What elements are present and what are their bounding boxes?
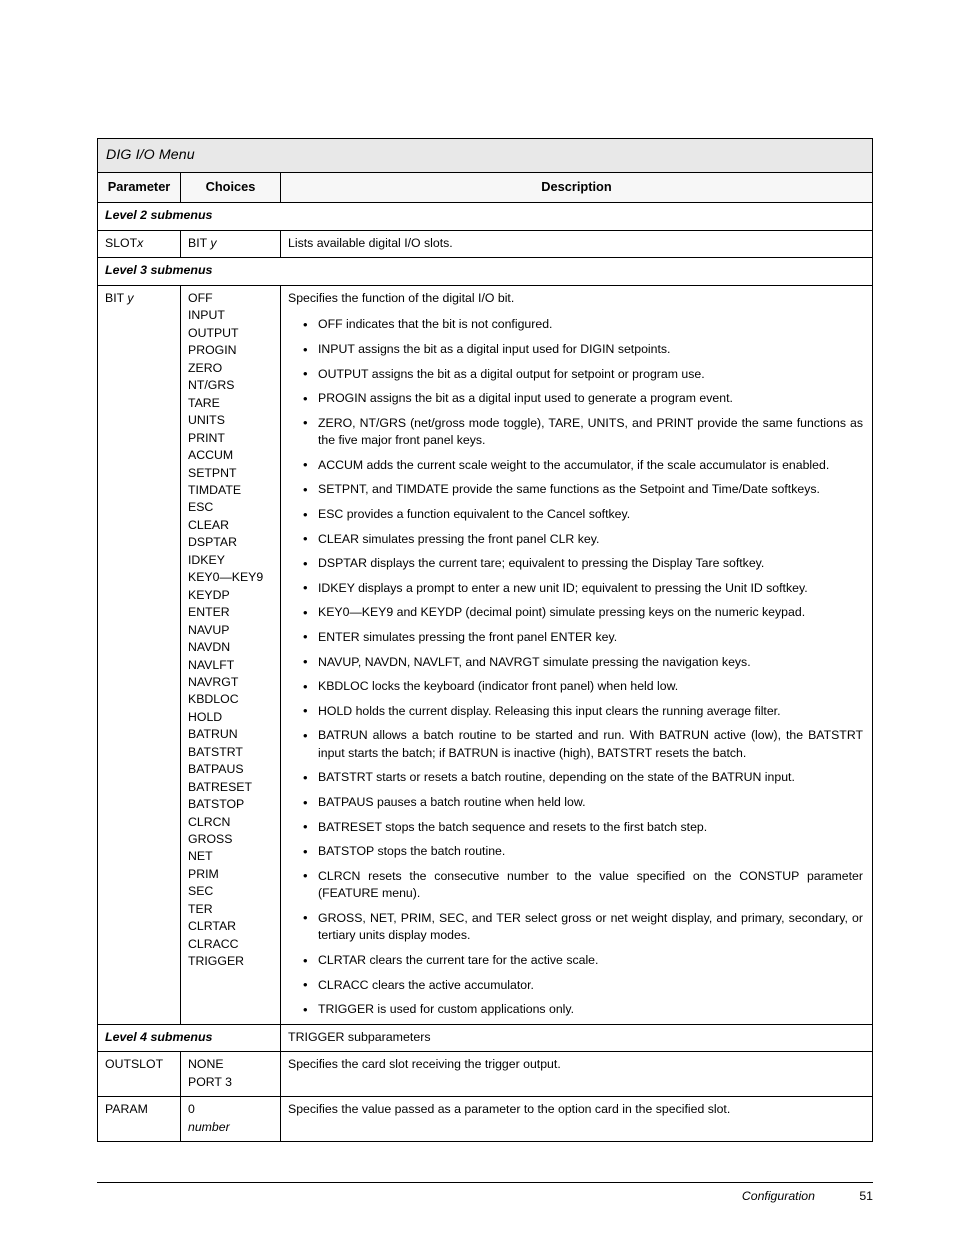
column-header-description: Description [280,172,873,204]
description-bullet-item: OUTPUT assigns the bit as a digital outp… [303,365,865,383]
description-bullet-item: ACCUM adds the current scale weight to t… [303,456,865,474]
parameter-name: SLOT [105,235,138,250]
table-row-param: PARAM 0 number Specifies the value passed… [97,1096,873,1143]
choice-value-zero: 0 [188,1102,195,1117]
parameter-variable: x [137,235,144,250]
description-bullet-item: HOLD holds the current display. Releasin… [303,702,865,720]
level-4-section-row: Level 4 submenus TRIGGER subparameters [97,1023,873,1053]
description-bullet-list: OFF indicates that the bit is not config… [288,316,865,1019]
description-bullet-item: NAVUP, NAVDN, NAVLFT, and NAVRGT simulat… [303,653,865,671]
table-row-slot: SLOTx BIT y Lists available digital I/O … [97,229,873,259]
description-bullet-item: ENTER simulates pressing the front panel… [303,628,865,646]
description-bullet-item: BATPAUS pauses a batch routine when held… [303,794,865,812]
description-bullet-item: KBDLOC locks the keyboard (indicator fro… [303,678,865,696]
cell-parameter-bit: BIT y [97,284,181,1025]
table-row-bit: BIT y OFF INPUT OUTPUT PROGIN ZERO NT/GR… [97,284,873,1025]
description-bullet-item: TRIGGER is used for custom applications … [303,1001,865,1019]
description-bullet-item: BATRESET stops the batch sequence and re… [303,818,865,836]
cell-parameter-param: PARAM [97,1096,181,1143]
table-row-outslot: OUTSLOT NONE PORT 3 Specifies the card s… [97,1051,873,1098]
parameter-variable: y [127,290,134,305]
description-intro: Specifies the function of the digital I/… [288,290,515,305]
footer-divider [97,1182,873,1183]
dig-io-menu-table: DIG I/O Menu Parameter Choices Descripti… [97,137,873,1143]
cell-choices-outslot: NONE PORT 3 [180,1051,281,1098]
description-bullet-item: OFF indicates that the bit is not config… [303,316,865,334]
cell-description-param: Specifies the value passed as a paramete… [280,1096,873,1143]
page-footer: Configuration 51 [97,1189,873,1203]
table-header-row: Parameter Choices Description [97,172,873,204]
cell-description-bit: Specifies the function of the digital I/… [280,284,873,1025]
description-bullet-item: IDKEY displays a prompt to enter a new u… [303,579,865,597]
choice-variable: y [210,235,217,250]
cell-parameter-slot: SLOTx [97,229,181,259]
cell-description-outslot: Specifies the card slot receiving the tr… [280,1051,873,1098]
description-bullet-item: KEY0—KEY9 and KEYDP (decimal point) simu… [303,604,865,622]
footer-page-number: 51 [859,1189,873,1203]
table-title: DIG I/O Menu [97,137,873,174]
table-title-row: DIG I/O Menu [97,137,873,174]
description-bullet-item: DSPTAR displays the current tare; equiva… [303,555,865,573]
level-3-label: Level 3 submenus [97,257,873,286]
level-2-label: Level 2 submenus [97,202,873,231]
choice-value-number: number [188,1119,230,1134]
description-bullet-item: CLEAR simulates pressing the front panel… [303,530,865,548]
description-bullet-item: ZERO, NT/GRS (net/gross mode toggle), TA… [303,414,865,450]
cell-choices-param: 0 number [180,1096,281,1143]
description-bullet-item: GROSS, NET, PRIM, SEC, and TER select gr… [303,909,865,945]
cell-description-slot: Lists available digital I/O slots. [280,229,873,259]
column-header-parameter: Parameter [97,172,181,204]
cell-choices-bit: OFF INPUT OUTPUT PROGIN ZERO NT/GRS TARE… [180,284,281,1025]
column-header-choices: Choices [180,172,281,204]
level-4-label: Level 4 submenus [97,1023,281,1053]
description-bullet-item: PROGIN assigns the bit as a digital inpu… [303,390,865,408]
description-bullet-item: CLRCN resets the consecutive number to t… [303,867,865,903]
cell-parameter-outslot: OUTSLOT [97,1051,181,1098]
level-2-section-row: Level 2 submenus [97,202,873,231]
description-bullet-item: BATSTRT starts or resets a batch routine… [303,769,865,787]
description-bullet-item: ESC provides a function equivalent to th… [303,506,865,524]
description-bullet-item: BATRUN allows a batch routine to be star… [303,727,865,762]
footer-chapter-name: Configuration [741,1189,815,1203]
level-4-description: TRIGGER subparameters [280,1023,873,1053]
parameter-name: BIT [105,290,128,305]
cell-choices-slot: BIT y [180,229,281,259]
description-bullet-item: CLRACC clears the active accumulator. [303,976,865,994]
level-3-section-row: Level 3 submenus [97,257,873,286]
description-bullet-item: BATSTOP stops the batch routine. [303,843,865,861]
document-page: DIG I/O Menu Parameter Choices Descripti… [0,0,954,1235]
choice-name: BIT [188,235,211,250]
description-bullet-item: INPUT assigns the bit as a digital input… [303,341,865,359]
description-bullet-item: CLRTAR clears the current tare for the a… [303,952,865,970]
description-bullet-item: SETPNT, and TIMDATE provide the same fun… [303,481,865,499]
